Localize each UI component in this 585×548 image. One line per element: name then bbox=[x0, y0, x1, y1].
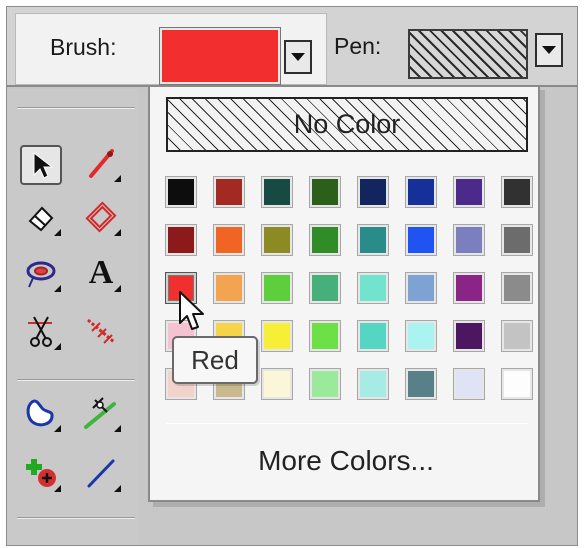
arrow-pointer-icon bbox=[33, 151, 53, 179]
color-swatch-4-5[interactable] bbox=[406, 369, 436, 399]
freeform-shape-icon bbox=[26, 399, 54, 427]
color-swatch-2-2[interactable] bbox=[262, 273, 292, 303]
rectangle-tool-button[interactable] bbox=[80, 197, 122, 237]
pointer-tool-button[interactable] bbox=[20, 145, 62, 185]
lasso-icon bbox=[26, 261, 56, 288]
color-swatch-0-0[interactable] bbox=[166, 177, 196, 207]
color-swatch-0-6[interactable] bbox=[454, 177, 484, 207]
color-swatch-4-3[interactable] bbox=[310, 369, 340, 399]
text-a-icon: A bbox=[88, 254, 114, 291]
color-swatch-0-3[interactable] bbox=[310, 177, 340, 207]
diagonal-line-icon bbox=[87, 459, 115, 488]
lasso-tool-button[interactable] bbox=[20, 253, 62, 293]
popup-separator bbox=[166, 423, 528, 424]
color-swatch-1-5[interactable] bbox=[406, 225, 436, 255]
no-color-button[interactable]: No Color bbox=[166, 97, 528, 152]
diagonal-line-tool-button[interactable] bbox=[80, 453, 122, 493]
color-swatch-3-2[interactable] bbox=[262, 321, 292, 351]
color-swatch-2-1[interactable] bbox=[214, 273, 244, 303]
color-swatch-2-4[interactable] bbox=[358, 273, 388, 303]
color-swatch-3-7[interactable] bbox=[502, 321, 532, 351]
toolbar: Brush: Pen: bbox=[7, 7, 577, 87]
mouse-cursor-icon bbox=[179, 291, 204, 330]
pen-dropdown-button[interactable] bbox=[535, 33, 563, 67]
color-swatch-1-3[interactable] bbox=[310, 225, 340, 255]
color-swatch-3-3[interactable] bbox=[310, 321, 340, 351]
tool-panel-divider bbox=[17, 379, 135, 381]
eraser-tool-button[interactable] bbox=[20, 197, 62, 237]
text-tool-button[interactable]: A bbox=[80, 253, 122, 293]
color-swatch-0-1[interactable] bbox=[214, 177, 244, 207]
color-swatch-1-7[interactable] bbox=[502, 225, 532, 255]
tool-panel: A bbox=[7, 89, 139, 545]
color-swatch-0-2[interactable] bbox=[262, 177, 292, 207]
scissors-icon bbox=[28, 316, 52, 347]
line-icon bbox=[89, 149, 114, 178]
tool-panel-divider bbox=[17, 517, 135, 519]
color-swatch-2-7[interactable] bbox=[502, 273, 532, 303]
tool-panel-divider bbox=[17, 107, 135, 109]
color-swatch-2-5[interactable] bbox=[406, 273, 436, 303]
no-color-label: No Color bbox=[293, 109, 401, 139]
color-swatch-0-7[interactable] bbox=[502, 177, 532, 207]
color-swatch-1-0[interactable] bbox=[166, 225, 196, 255]
color-swatch-1-4[interactable] bbox=[358, 225, 388, 255]
line-tool-button[interactable] bbox=[80, 143, 122, 183]
brush-dropdown-button[interactable] bbox=[284, 40, 312, 74]
add-point-tool-button[interactable] bbox=[20, 453, 62, 493]
cut-line-tool-button[interactable] bbox=[80, 311, 122, 351]
pen-style-swatch[interactable] bbox=[408, 29, 528, 79]
color-swatch-1-6[interactable] bbox=[454, 225, 484, 255]
color-swatch-0-4[interactable] bbox=[358, 177, 388, 207]
color-swatch-2-6[interactable] bbox=[454, 273, 484, 303]
connector-tool-button[interactable] bbox=[80, 393, 122, 433]
color-swatch-4-2[interactable] bbox=[262, 369, 292, 399]
color-swatch-4-7[interactable] bbox=[502, 369, 532, 399]
color-swatch-2-3[interactable] bbox=[310, 273, 340, 303]
color-swatch-1-2[interactable] bbox=[262, 225, 292, 255]
freeform-shape-tool-button[interactable] bbox=[20, 393, 62, 433]
brush-color-swatch[interactable] bbox=[160, 28, 280, 84]
eraser-icon bbox=[28, 206, 54, 232]
cut-line-icon bbox=[87, 318, 115, 344]
color-swatch-3-4[interactable] bbox=[358, 321, 388, 351]
chevron-down-icon bbox=[542, 46, 556, 54]
brush-label: Brush: bbox=[50, 34, 117, 60]
chevron-down-icon bbox=[291, 53, 305, 61]
color-swatch-3-5[interactable] bbox=[406, 321, 436, 351]
more-colors-button[interactable]: More Colors... bbox=[150, 445, 542, 477]
scissors-tool-button[interactable] bbox=[20, 311, 62, 351]
color-swatch-3-6[interactable] bbox=[454, 321, 484, 351]
color-swatch-4-4[interactable] bbox=[358, 369, 388, 399]
pen-label: Pen: bbox=[334, 33, 382, 59]
color-swatch-0-5[interactable] bbox=[406, 177, 436, 207]
brush-section: Brush: bbox=[15, 13, 327, 85]
color-swatch-1-1[interactable] bbox=[214, 225, 244, 255]
color-tooltip: Red bbox=[172, 336, 258, 384]
color-swatch-4-6[interactable] bbox=[454, 369, 484, 399]
rectangle-icon bbox=[85, 201, 117, 233]
